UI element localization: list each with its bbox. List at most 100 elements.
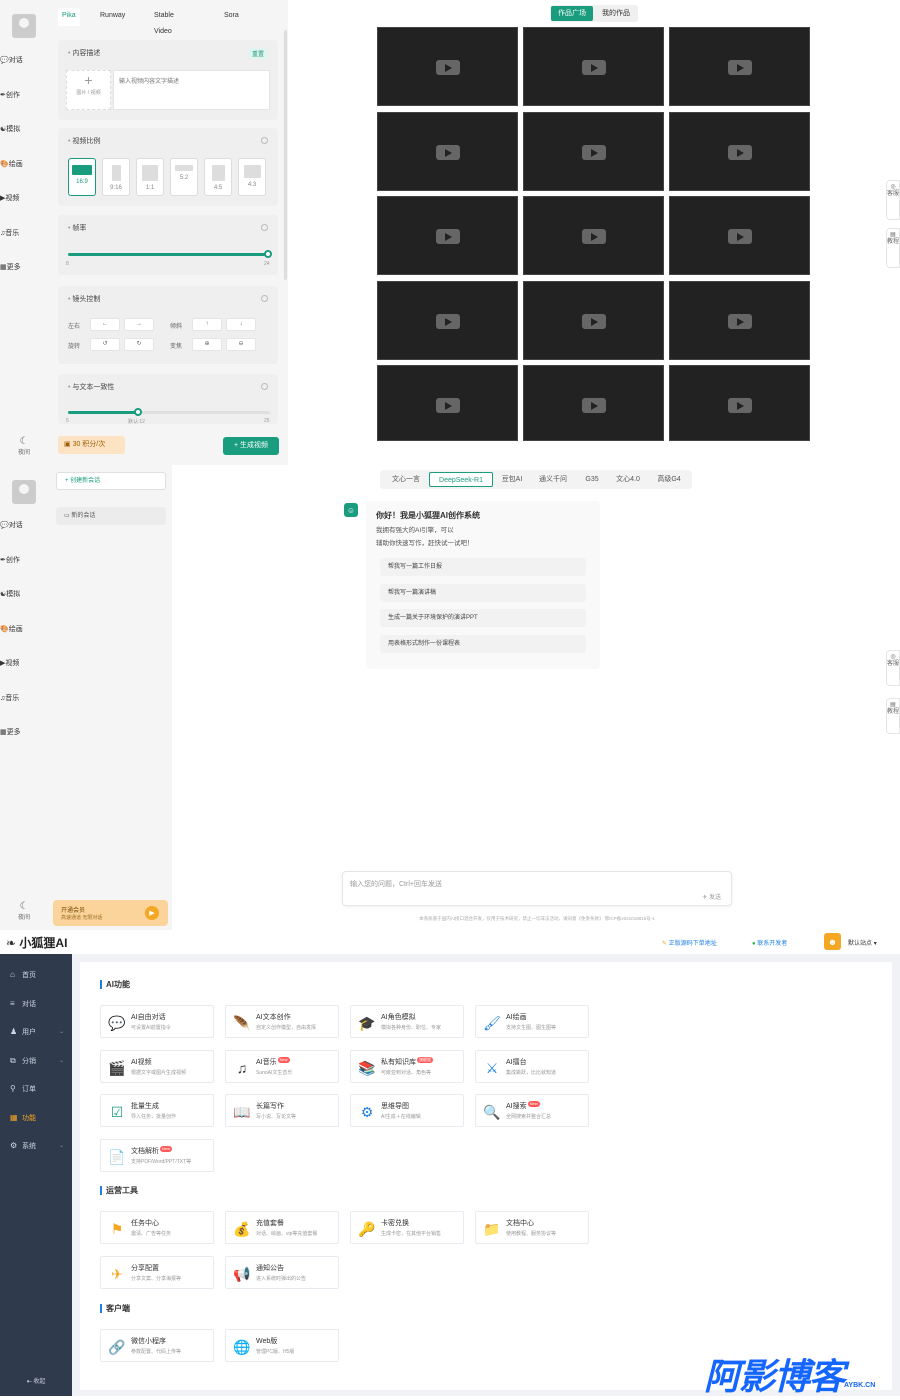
tutorial-button[interactable]: ▤ 教程 [886, 228, 900, 268]
model-option[interactable]: 文心一言 [385, 472, 427, 487]
nav-item-feather[interactable]: ✒创作 [0, 90, 48, 114]
generate-video-button[interactable]: + 生成视频 [223, 437, 279, 455]
help-icon[interactable] [261, 295, 268, 302]
feature-card[interactable]: 🔗 微信小程序 参数配置、代码上传等 [100, 1329, 214, 1362]
admin-nav-gear[interactable]: ⚙ 系统 ⌄ [0, 1136, 72, 1156]
model-option[interactable]: DeepSeek-R1 [429, 472, 493, 487]
consistency-slider-handle[interactable] [134, 408, 142, 416]
video-thumbnail[interactable] [669, 196, 810, 275]
help-icon[interactable] [261, 383, 268, 390]
admin-nav-user[interactable]: ♟ 用户 ⌄ [0, 1022, 72, 1042]
video-thumbnail[interactable] [669, 280, 810, 360]
model-option[interactable]: 通义千问 [533, 472, 573, 487]
pan-right-button[interactable]: → [124, 318, 154, 331]
avatar[interactable] [12, 14, 36, 38]
customer-service-button[interactable]: ◎ 客服 [886, 180, 900, 220]
user-avatar[interactable]: ☻ [824, 933, 841, 950]
video-thumbnail[interactable] [377, 365, 518, 441]
ratio-option[interactable]: 16:9 [68, 158, 96, 196]
feature-card[interactable]: 📄 文档解析 New 支持PDF/Word/PPT/TXT等 [100, 1138, 214, 1172]
feature-card[interactable]: 📖 长篇写作 写小说、写论文等 [225, 1094, 339, 1127]
nav-item-feather[interactable]: ✒创作 [0, 555, 48, 579]
tilt-up-button[interactable]: ↑ [192, 318, 222, 331]
help-icon[interactable] [261, 224, 268, 231]
video-thumbnail[interactable] [523, 365, 664, 441]
tab-pika[interactable]: Pika [58, 8, 80, 26]
feature-card[interactable]: ✈ 分享配置 分享文案、分享海报等 [100, 1255, 214, 1289]
feature-card[interactable]: ⚙ 思维导图 AI生成＋在线编辑 [350, 1094, 464, 1127]
tilt-down-button[interactable]: ↓ [226, 318, 256, 331]
feature-card[interactable]: 📢 通知公告 进入系统时弹出的公告 [225, 1255, 339, 1289]
vip-banner[interactable]: 开通会员 高速通道 无限对话 ▶ [53, 900, 168, 926]
ratio-option[interactable]: 4:5 [204, 158, 232, 196]
fps-slider[interactable] [68, 253, 270, 256]
session-item[interactable]: ▭ 新的会话 [56, 507, 166, 525]
new-chat-button[interactable]: + 创建新会话 [56, 472, 166, 490]
admin-nav-share[interactable]: ⧉ 分销 ⌄ [0, 1051, 72, 1071]
rotate-cw-button[interactable]: ↻ [124, 338, 154, 351]
suggestion-item[interactable]: 帮我写一篇演讲稿 [380, 584, 586, 602]
video-thumbnail[interactable] [377, 280, 518, 360]
fps-slider-handle[interactable] [264, 250, 272, 258]
video-thumbnail[interactable] [523, 27, 664, 106]
suggestion-item[interactable]: 帮我写一篇工作日报 [380, 558, 586, 576]
feature-card[interactable]: ⚑ 任务中心 邀请、广告等任务 [100, 1211, 214, 1244]
feature-card[interactable]: 🎬 AI视频 根据文字或图片生成视频 [100, 1049, 214, 1083]
nav-item-grid[interactable]: ▦更多 [0, 262, 48, 286]
nav-item-music[interactable]: ♫音乐 [0, 228, 48, 252]
nav-item-palette[interactable]: 🎨绘画 [0, 159, 48, 183]
video-thumbnail[interactable] [523, 111, 664, 191]
feature-card[interactable]: ☑ 批量生成 导入任务，批量创作 [100, 1094, 214, 1127]
nav-item-video[interactable]: ▶视频 [0, 193, 48, 217]
feature-card[interactable]: 🖌 AI绘画 支持文生图、图生图等 [475, 1005, 589, 1038]
model-option[interactable]: 豆包AI [496, 472, 528, 487]
ratio-option[interactable]: 1:1 [136, 158, 164, 196]
tutorial-button[interactable]: ▤ 教程 [886, 698, 900, 734]
feature-card[interactable]: 💰 充值套餐 对话、绘画、vip等充值套餐 [225, 1211, 339, 1244]
nav-item-mask[interactable]: ☯模拟 [0, 589, 48, 613]
feature-card[interactable]: 📚 私有知识库 旗舰版 可嵌亚到对话、角色等 [350, 1049, 464, 1083]
video-thumbnail[interactable] [669, 365, 810, 441]
avatar[interactable] [12, 480, 36, 504]
feature-card[interactable]: ⚔ AI擂台 集成跳跃，比比就知道 [475, 1049, 589, 1083]
video-thumbnail[interactable] [669, 27, 810, 106]
tab-my-works[interactable]: 我的作品 [595, 6, 637, 21]
prompt-textarea[interactable] [113, 70, 270, 110]
video-thumbnail[interactable] [523, 196, 664, 275]
zoom-out-button[interactable]: ⊖ [226, 338, 256, 351]
nav-item-chat[interactable]: 💬对话 [0, 520, 48, 544]
video-thumbnail[interactable] [377, 27, 518, 106]
feature-card[interactable]: 🔍 AI搜索 New 全网搜索并整合汇总 [475, 1094, 589, 1127]
collapse-button[interactable]: ⇤ 收起 [0, 1376, 72, 1385]
contact-dev-link[interactable]: ● 联系开发者 [752, 938, 787, 947]
help-icon[interactable] [261, 137, 268, 144]
nav-item-mask[interactable]: ☯模拟 [0, 124, 48, 148]
admin-nav-apps[interactable]: ▦ 功能 [0, 1108, 72, 1128]
video-thumbnail[interactable] [523, 280, 664, 360]
video-thumbnail[interactable] [377, 196, 518, 275]
suggestion-item[interactable]: 用表格形式制作一份课程表 [380, 635, 586, 653]
nav-item-video[interactable]: ▶视频 [0, 658, 48, 682]
rotate-ccw-button[interactable]: ↺ [90, 338, 120, 351]
customer-service-button[interactable]: ◎ 客服 [886, 650, 900, 686]
tab-gallery[interactable]: 作品广场 [551, 6, 593, 21]
reset-button[interactable]: 重置 [247, 48, 268, 59]
model-option[interactable]: G35 [580, 472, 604, 487]
feature-card[interactable]: 🎓 AI角色模拟 模拟各种身份、职位、专家 [350, 1005, 464, 1038]
send-button[interactable]: ✈ 发送 [702, 892, 721, 901]
admin-nav-home[interactable]: ⌂ 首页 [0, 965, 72, 985]
admin-nav-order[interactable]: ⚲ 订单 [0, 1079, 72, 1099]
video-thumbnail[interactable] [377, 111, 518, 191]
suggestion-item[interactable]: 生成一篇关于环境保护的演讲PPT [380, 609, 586, 627]
ratio-option[interactable]: 9:16 [102, 158, 130, 196]
user-menu[interactable]: 默认站点 ▾ [848, 938, 877, 947]
zoom-in-button[interactable]: ⊕ [192, 338, 222, 351]
feature-card[interactable]: ♫ AI音乐 New SunoAI文生音乐 [225, 1049, 339, 1083]
nav-item-palette[interactable]: 🎨绘画 [0, 624, 48, 648]
pan-left-button[interactable]: ← [90, 318, 120, 331]
night-mode-toggle[interactable]: ☾ 夜间 [0, 901, 48, 921]
chat-input[interactable]: 输入您的问题，Ctrl+回车发送 [350, 879, 442, 889]
panel-scrollbar[interactable] [284, 30, 287, 280]
ratio-option[interactable]: 5:2 [170, 158, 198, 196]
nav-item-music[interactable]: ♫音乐 [0, 693, 48, 717]
